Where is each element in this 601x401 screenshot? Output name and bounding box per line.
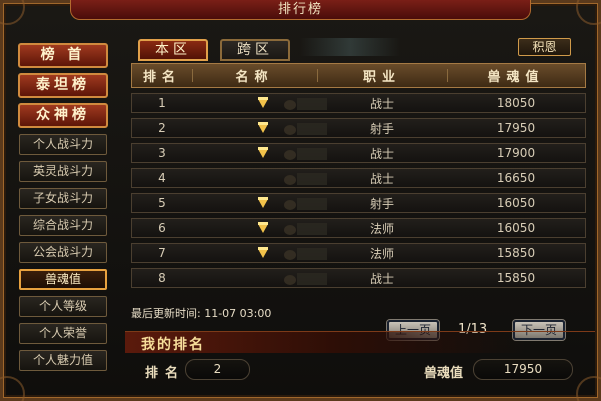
points-button[interactable]: 积恩 bbox=[518, 38, 571, 56]
header-rank: 排名 bbox=[142, 70, 181, 85]
my-rank-title: 我的排名 bbox=[141, 337, 205, 353]
job-cell: 战士 bbox=[369, 271, 394, 286]
sidebar-item-rank-type[interactable]: 个人魅力值 bbox=[19, 350, 107, 371]
job-cell: 战士 bbox=[369, 146, 394, 161]
vip-gem-icon bbox=[258, 246, 269, 258]
header-decoration bbox=[300, 38, 400, 56]
redacted-name bbox=[284, 150, 296, 160]
redacted-name bbox=[284, 100, 296, 110]
update-label: 最后更新时间: bbox=[131, 307, 201, 320]
rank-cell: 7 bbox=[158, 246, 166, 260]
vip-gem-icon bbox=[258, 221, 269, 233]
sidebar-item-rank-type[interactable]: 英灵战斗力 bbox=[19, 161, 107, 182]
rank-cell: 8 bbox=[158, 271, 166, 285]
value-cell: 18050 bbox=[496, 96, 536, 110]
sidebar-item-top[interactable]: 榜 首 bbox=[18, 43, 108, 68]
header-value: 兽魂值 bbox=[447, 64, 585, 87]
sidebar-item-titan[interactable]: 泰坦榜 bbox=[18, 73, 108, 98]
redacted-name bbox=[284, 175, 296, 185]
vip-gem-icon bbox=[258, 96, 269, 108]
corner-ornament bbox=[576, 376, 601, 401]
redacted-name bbox=[284, 125, 296, 135]
job-cell: 射手 bbox=[369, 121, 394, 136]
table-row[interactable]: 7 法师 15850 bbox=[131, 243, 586, 263]
name-cell bbox=[192, 169, 327, 187]
sidebar-item-rank-type[interactable]: 个人荣誉 bbox=[19, 323, 107, 344]
vip-gem-icon bbox=[258, 121, 269, 133]
header-name: 名称 bbox=[192, 64, 317, 87]
redacted-name bbox=[284, 225, 296, 235]
job-cell: 射手 bbox=[369, 196, 394, 211]
rank-cell: 2 bbox=[158, 121, 166, 135]
corner-ornament bbox=[0, 0, 25, 25]
table-row[interactable]: 8 战士 15850 bbox=[131, 268, 586, 288]
job-cell: 法师 bbox=[369, 221, 394, 236]
name-cell bbox=[192, 219, 327, 237]
value-cell: 17900 bbox=[496, 146, 536, 160]
corner-ornament bbox=[0, 376, 25, 401]
name-cell bbox=[192, 244, 327, 262]
value-cell: 17950 bbox=[496, 121, 536, 135]
sidebar-item-rank-type[interactable]: 个人等级 bbox=[19, 296, 107, 317]
name-cell bbox=[192, 94, 327, 112]
table-row[interactable]: 3 战士 17900 bbox=[131, 143, 586, 163]
rank-cell: 3 bbox=[158, 146, 166, 160]
table-header: 排名 名称 职业 兽魂值 bbox=[131, 63, 586, 88]
name-cell bbox=[192, 269, 327, 287]
value-cell: 16050 bbox=[496, 221, 536, 235]
corner-ornament bbox=[576, 0, 601, 25]
sidebar-item-rank-type[interactable]: 综合战斗力 bbox=[19, 215, 107, 236]
value-cell: 16050 bbox=[496, 196, 536, 210]
redacted-name bbox=[284, 200, 296, 210]
sidebar-item-gods[interactable]: 众神榜 bbox=[18, 103, 108, 128]
update-time: 11-07 03:00 bbox=[204, 307, 272, 320]
sidebar-item-rank-type[interactable]: 个人战斗力 bbox=[19, 134, 107, 155]
value-cell: 15850 bbox=[496, 271, 536, 285]
tab-local[interactable]: 本区 bbox=[138, 39, 208, 61]
rank-cell: 6 bbox=[158, 221, 166, 235]
table-row[interactable]: 5 射手 16050 bbox=[131, 193, 586, 213]
header-job: 职业 bbox=[317, 64, 447, 87]
table-row[interactable]: 2 射手 17950 bbox=[131, 118, 586, 138]
my-value-label: 兽魂值 bbox=[424, 366, 464, 381]
value-cell: 16650 bbox=[496, 171, 536, 185]
window-title: 排行榜 bbox=[70, 0, 531, 20]
rank-cell: 4 bbox=[158, 171, 166, 185]
redacted-name bbox=[284, 275, 296, 285]
rank-cell: 1 bbox=[158, 96, 166, 110]
table-row[interactable]: 6 法师 16050 bbox=[131, 218, 586, 238]
update-info: 最后更新时间: 11-07 03:00 bbox=[131, 305, 271, 321]
sidebar-item-rank-type[interactable]: 子女战斗力 bbox=[19, 188, 107, 209]
my-rank-label: 排名 bbox=[145, 366, 186, 381]
vip-gem-icon bbox=[258, 146, 269, 158]
name-cell bbox=[192, 119, 327, 137]
job-cell: 战士 bbox=[369, 171, 394, 186]
name-cell bbox=[192, 144, 327, 162]
vip-gem-icon bbox=[258, 196, 269, 208]
table-row[interactable]: 4 战士 16650 bbox=[131, 168, 586, 188]
name-cell bbox=[192, 194, 327, 212]
redacted-name bbox=[284, 250, 296, 260]
job-cell: 战士 bbox=[369, 96, 394, 111]
value-cell: 15850 bbox=[496, 246, 536, 260]
sidebar-item-rank-type[interactable]: 公会战斗力 bbox=[19, 242, 107, 263]
sidebar-item-rank-type[interactable]: 兽魂值 bbox=[19, 269, 107, 290]
table-row[interactable]: 1 战士 18050 bbox=[131, 93, 586, 113]
rank-cell: 5 bbox=[158, 196, 166, 210]
my-rank-value: 2 bbox=[185, 359, 250, 380]
tab-cross[interactable]: 跨区 bbox=[220, 39, 290, 61]
ranking-table: 排名 名称 职业 兽魂值 1 战士 18050 2 射手 17950 3 战士 17900 4 战士… bbox=[131, 63, 586, 288]
my-value: 17950 bbox=[473, 359, 573, 380]
job-cell: 法师 bbox=[369, 246, 394, 261]
sidebar: 榜 首 泰坦榜 众神榜 个人战斗力英灵战斗力子女战斗力综合战斗力公会战斗力兽魂值… bbox=[18, 43, 112, 371]
